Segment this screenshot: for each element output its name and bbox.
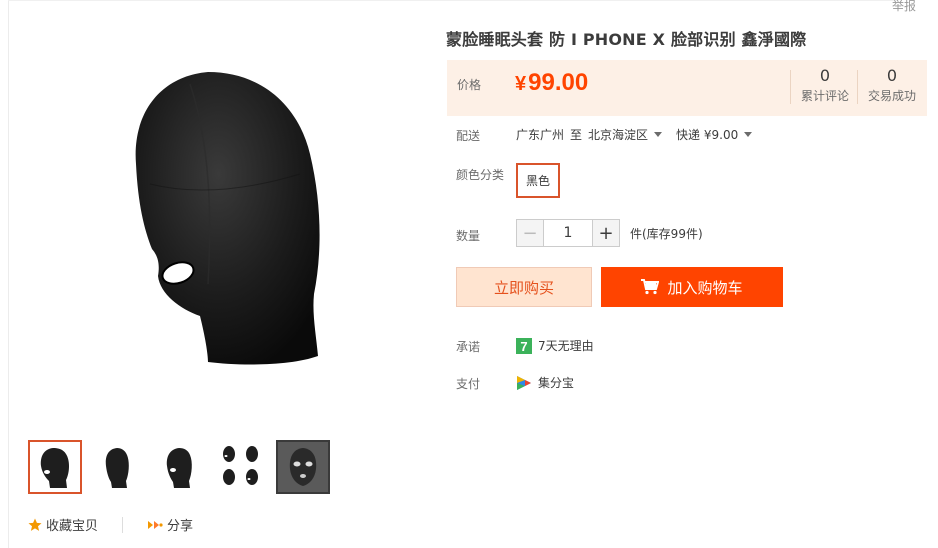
sales-label: 交易成功 [867, 89, 916, 103]
star-icon [28, 518, 42, 532]
badge-number: 7 [520, 339, 527, 354]
stat-divider [790, 70, 791, 104]
reviews-stat[interactable]: 0 累计评论 [797, 66, 853, 104]
ship-to-word: 至 [570, 128, 583, 142]
favorite-label: 收藏宝贝 [46, 519, 99, 534]
quantity-decrease-button[interactable]: − [516, 219, 544, 247]
thumbnail-image [278, 442, 328, 492]
stat-divider [857, 70, 858, 104]
share-label: 分享 [167, 519, 194, 534]
chevron-down-icon[interactable] [654, 132, 663, 137]
share-icon [147, 519, 163, 531]
promise-text: 7天无理由 [538, 339, 594, 353]
reviews-count: 0 [819, 66, 831, 85]
shipping-label: 配送 [456, 129, 481, 143]
promise-label: 承诺 [456, 340, 481, 354]
sales-count: 0 [886, 66, 898, 85]
thumbnail-strip [28, 440, 338, 494]
cart-icon [641, 279, 660, 295]
page-top-border [8, 0, 898, 1]
payment-label: 支付 [456, 377, 481, 391]
thumbnail-image [223, 446, 258, 485]
ship-destination-select[interactable]: 北京海淀区 [588, 126, 648, 143]
thumbnail-3[interactable] [152, 440, 206, 494]
quantity-stepper: − 1 + 件(库存99件) [516, 219, 703, 247]
quantity-input[interactable]: 1 [544, 219, 592, 247]
actions-divider [122, 516, 124, 533]
ship-method-select[interactable]: 快递 ¥9.00 [676, 126, 738, 143]
buy-now-button[interactable]: 立即购买 [456, 267, 592, 307]
chevron-down-icon[interactable] [744, 132, 753, 137]
mask-image [135, 72, 320, 365]
jifenbao-icon [516, 375, 532, 391]
price-value: ¥99.00 [515, 69, 588, 97]
thumbnail-1[interactable] [28, 440, 82, 494]
add-to-cart-label: 加入购物车 [667, 278, 743, 297]
payment-row[interactable]: 集分宝 [516, 374, 574, 391]
currency-symbol: ¥ [515, 73, 527, 95]
thumbnail-4[interactable] [214, 440, 268, 494]
favorite-button[interactable]: 收藏宝贝 [28, 515, 98, 534]
price-panel: 价格 ¥99.00 0 累计评论 0 交易成功 [447, 60, 927, 116]
promise-row[interactable]: 7 7天无理由 [516, 337, 594, 354]
thumbnail-image [166, 448, 192, 488]
seven-day-badge-icon: 7 [516, 337, 532, 354]
quantity-stock: 件(库存99件) [630, 226, 703, 241]
thumbnail-5[interactable] [276, 440, 330, 494]
item-actions: 收藏宝贝 分享 [28, 515, 193, 534]
main-product-image[interactable] [40, 24, 420, 428]
add-to-cart-button[interactable]: 加入购物车 [601, 267, 783, 307]
report-link[interactable]: 举报 [892, 0, 916, 14]
payment-text: 集分宝 [538, 376, 575, 390]
sales-stat: 0 交易成功 [861, 66, 923, 104]
thumbnail-2[interactable] [90, 440, 144, 494]
color-label: 颜色分类 [456, 168, 505, 182]
ship-from: 广东广州 [516, 128, 565, 142]
thumbnail-image [40, 448, 69, 488]
quantity-increase-button[interactable]: + [592, 219, 620, 247]
price-amount: 99.00 [528, 69, 589, 96]
reviews-label: 累计评论 [800, 89, 849, 103]
thumbnail-image [105, 448, 129, 488]
page-left-border [8, 0, 9, 548]
color-option-black[interactable]: 黑色 [516, 163, 560, 198]
share-button[interactable]: 分享 [147, 515, 193, 534]
product-title: 蒙脸睡眠头套 防 I PHONE X 脸部识别 鑫淨國際 [446, 30, 807, 49]
quantity-label: 数量 [456, 229, 481, 243]
price-label: 价格 [457, 78, 482, 92]
shipping-row: 广东广州 至 北京海淀区 快递 ¥9.00 [516, 126, 766, 143]
